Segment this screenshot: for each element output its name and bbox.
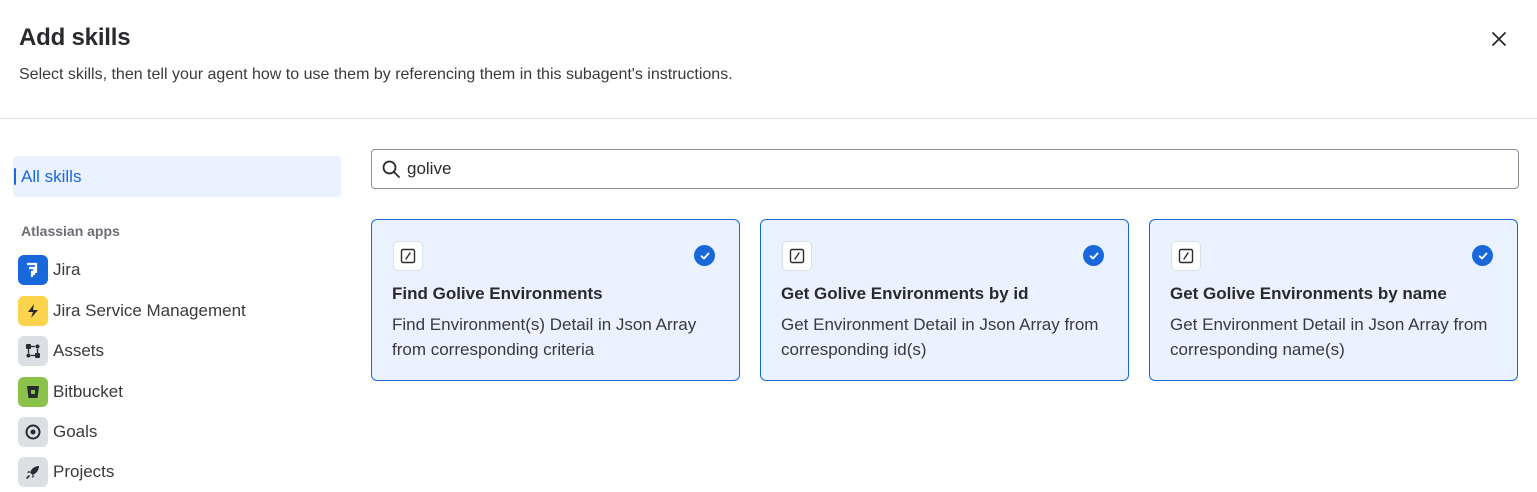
sidebar-item-goals[interactable]: Goals <box>18 416 338 448</box>
search-icon <box>382 160 400 178</box>
section-title-atlassian-apps: Atlassian apps <box>21 223 120 239</box>
search-input[interactable] <box>407 156 1507 182</box>
skill-description: Find Environment(s) Detail in Json Array… <box>392 315 697 359</box>
sidebar-item-label: Bitbucket <box>53 382 123 401</box>
modal-header: Add skills Select skills, then tell your… <box>0 0 1537 119</box>
close-icon <box>1492 32 1506 46</box>
close-button[interactable] <box>1484 24 1514 54</box>
sidebar-item-jira[interactable]: Jira <box>18 254 338 286</box>
projects-icon <box>18 457 48 487</box>
skill-description: Get Environment Detail in Json Array fro… <box>781 315 1099 359</box>
skill-name: Get Golive Environments by id <box>781 284 1029 303</box>
skill-card-find-golive-environments[interactable]: Find Golive Environments Find Environmen… <box>371 219 740 381</box>
selected-checkmark-icon <box>1472 245 1493 266</box>
selected-checkmark-icon <box>1083 245 1104 266</box>
skill-description: Get Environment Detail in Json Array fro… <box>1170 315 1488 359</box>
bitbucket-icon <box>18 377 48 407</box>
sidebar-item-label: Assets <box>53 341 105 360</box>
skills-search <box>371 149 1519 189</box>
sidebar-item-bitbucket[interactable]: Bitbucket <box>18 376 338 408</box>
sidebar-item-projects[interactable]: Projects <box>18 456 338 488</box>
skill-icon <box>782 241 812 271</box>
skill-icon <box>393 241 423 271</box>
sidebar-item-assets[interactable]: Assets <box>18 335 338 367</box>
assets-icon <box>18 336 48 366</box>
modal-subtitle: Select skills, then tell your agent how … <box>19 66 733 83</box>
jira-icon <box>18 255 48 285</box>
selected-checkmark-icon <box>694 245 715 266</box>
skill-icon <box>1171 241 1201 271</box>
sidebar-item-label: Goals <box>53 422 98 441</box>
modal-title: Add skills <box>19 24 131 51</box>
skill-name: Find Golive Environments <box>392 284 603 303</box>
sidebar-item-label: Jira Service Management <box>53 301 246 320</box>
sidebar-item-all-skills[interactable]: All skills <box>13 156 341 197</box>
skill-name: Get Golive Environments by name <box>1170 284 1447 303</box>
skill-card-get-golive-environments-by-id[interactable]: Get Golive Environments by id Get Enviro… <box>760 219 1129 381</box>
goals-icon <box>18 417 48 447</box>
skill-card-get-golive-environments-by-name[interactable]: Get Golive Environments by name Get Envi… <box>1149 219 1518 381</box>
selected-indicator <box>14 168 16 185</box>
sidebar-item-label: All skills <box>21 167 82 186</box>
sidebar-item-jira-service-management[interactable]: Jira Service Management <box>18 295 338 327</box>
jira-service-management-icon <box>18 296 48 326</box>
sidebar-item-label: Jira <box>53 260 81 279</box>
sidebar-item-label: Projects <box>53 462 115 481</box>
